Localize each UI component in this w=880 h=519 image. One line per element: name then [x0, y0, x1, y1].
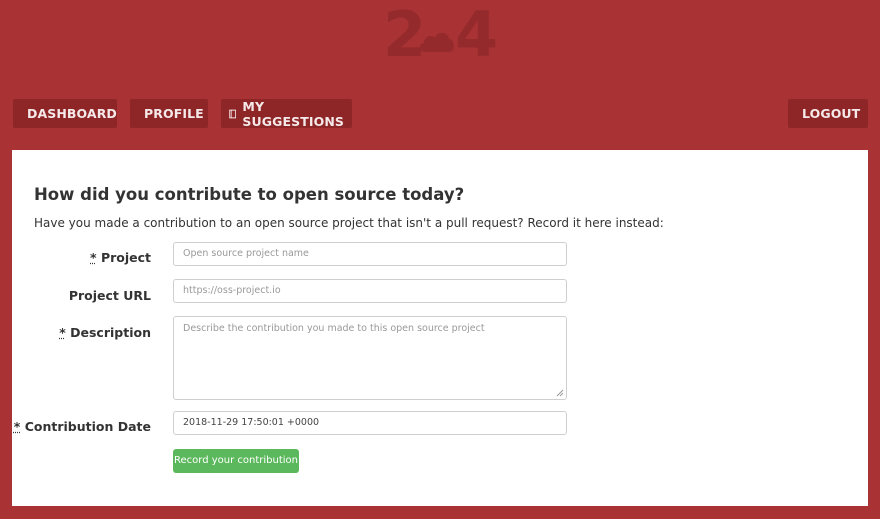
project-input[interactable]: Open source project name [173, 242, 567, 266]
logo: 2 4 [383, 4, 498, 70]
record-contribution-button[interactable]: Record your contribution [173, 449, 299, 473]
description-label-text: Description [70, 325, 151, 340]
my-suggestions-label: MY SUGGESTIONS [242, 98, 345, 129]
description-placeholder: Describe the contribution you made to th… [183, 323, 485, 334]
dashboard-button[interactable]: DASHBOARD [13, 99, 117, 128]
logo-digit-4: 4 [455, 0, 499, 71]
my-suggestions-button[interactable]: MY SUGGESTIONS [221, 98, 352, 129]
required-marker: * [59, 325, 66, 340]
contribution-date-label-text: Contribution Date [24, 419, 151, 434]
project-url-placeholder: https://oss-project.io [183, 285, 281, 296]
contribution-date-input[interactable]: 2018-11-29 17:50:01 +0000 [173, 411, 567, 435]
project-label-text: Project [100, 250, 151, 265]
contribution-date-value: 2018-11-29 17:50:01 +0000 [183, 417, 320, 428]
logout-button[interactable]: LOGOUT [788, 99, 868, 128]
project-label: * Project [90, 250, 151, 265]
project-url-label-text: Project URL [68, 288, 151, 303]
profile-label: PROFILE [144, 106, 204, 121]
dashboard-label: DASHBOARD [27, 106, 117, 121]
required-marker: * [13, 419, 21, 434]
form-heading: How did you contribute to open source to… [34, 185, 465, 204]
book-icon [229, 109, 237, 118]
contribution-date-label: * Contribution Date [14, 419, 151, 434]
form-intro: Have you made a contribution to an open … [34, 216, 664, 230]
project-placeholder: Open source project name [183, 248, 309, 259]
description-label: * Description [59, 325, 151, 340]
resize-handle-icon[interactable] [556, 389, 564, 397]
required-marker: * [90, 250, 97, 265]
project-url-label: Project URL [69, 288, 151, 303]
logout-label: LOGOUT [802, 106, 861, 121]
profile-button[interactable]: PROFILE [130, 99, 208, 128]
cloud-icon [419, 32, 454, 52]
contribution-form-card: How did you contribute to open source to… [12, 150, 868, 506]
project-url-input[interactable]: https://oss-project.io [173, 279, 567, 303]
description-textarea[interactable]: Describe the contribution you made to th… [173, 316, 567, 400]
